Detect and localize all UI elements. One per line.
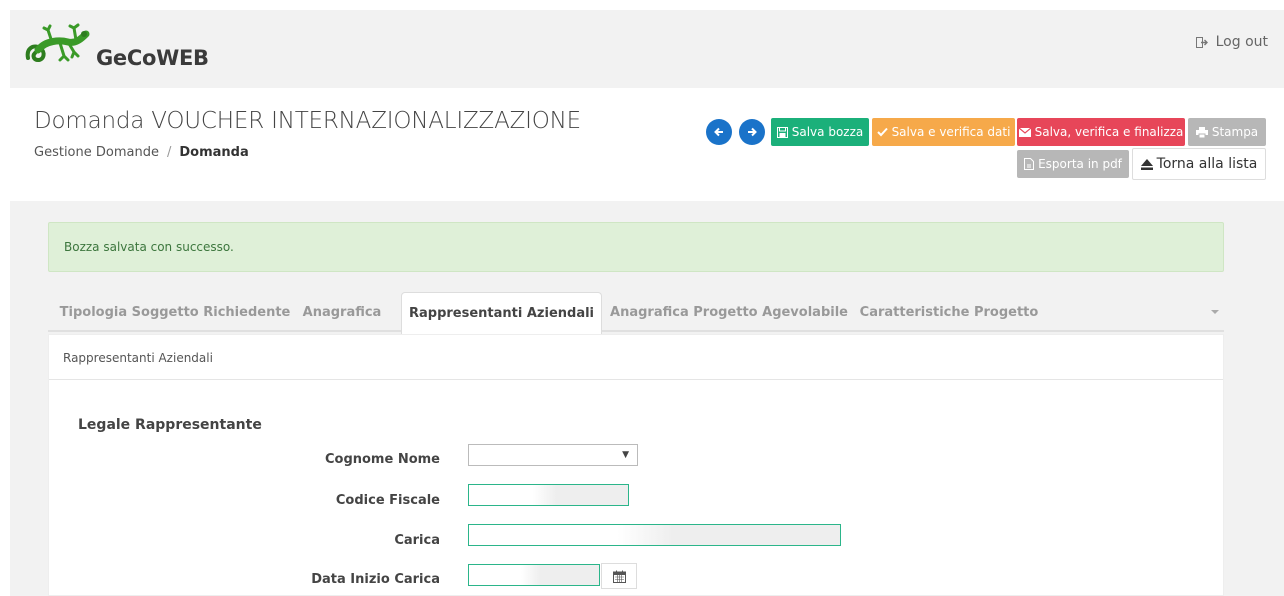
tab-label: Anagrafica Progetto Agevolabile (610, 304, 848, 320)
previous-button[interactable] (706, 119, 732, 145)
save-draft-button[interactable]: Salva bozza (771, 118, 869, 146)
tab-bar: Tipologia Soggetto Richiedente Anagrafic… (48, 292, 1224, 334)
breadcrumb-item-domanda: Domanda (179, 145, 249, 160)
select-caret-icon: ▼ (622, 450, 629, 460)
tab-anagrafica-progetto-agevolabile[interactable]: Anagrafica Progetto Agevolabile (610, 292, 848, 332)
tabs-overflow-dropdown[interactable] (1210, 307, 1222, 317)
app-name: GeCoWEB (96, 46, 209, 70)
next-button[interactable] (739, 119, 765, 145)
save-verify-button[interactable]: Salva e verifica dati (872, 118, 1015, 146)
tab-caratteristiche-progetto[interactable]: Caratteristiche Progetto (854, 292, 1044, 332)
tab-rappresentanti-aziendali[interactable]: Rappresentanti Aziendali (401, 292, 602, 334)
tab-label: Rappresentanti Aziendali (408, 306, 594, 321)
print-button[interactable]: Stampa (1188, 118, 1266, 146)
back-to-list-button[interactable]: Torna alla lista (1132, 148, 1266, 180)
back-to-list-label: Torna alla lista (1156, 156, 1258, 172)
caret-down-icon (1211, 310, 1219, 314)
envelope-icon (1018, 127, 1031, 137)
calendar-icon (612, 570, 626, 583)
codice-fiscale-label: Codice Fiscale (335, 493, 440, 508)
export-pdf-label: Esporta in pdf (1038, 157, 1122, 171)
cognome-nome-select[interactable]: ▼ (468, 444, 638, 466)
breadcrumb-separator: / (166, 145, 172, 160)
floppy-disk-icon (776, 126, 788, 138)
carica-label: Carica (394, 533, 440, 548)
arrow-right-icon (748, 127, 757, 137)
logout-label: Log out (1215, 34, 1268, 50)
logout-button[interactable]: Log out (1195, 34, 1268, 50)
sign-out-icon (1195, 36, 1208, 48)
carica-field[interactable] (468, 524, 841, 546)
save-draft-label: Salva bozza (791, 125, 864, 139)
app-logo[interactable]: GeCoWEB (24, 22, 209, 74)
tab-label: Caratteristiche Progetto (859, 304, 1039, 320)
tab-label: Tipologia Soggetto Richiedente (59, 304, 291, 320)
data-inizio-carica-label: Data Inizio Carica (311, 572, 440, 587)
tab-label: Anagrafica (302, 304, 382, 320)
success-alert: Bozza salvata con successo. (48, 222, 1224, 272)
check-icon (876, 127, 888, 137)
arrow-left-icon (714, 127, 723, 137)
success-alert-message: Bozza salvata con successo. (64, 240, 234, 254)
file-pdf-icon (1024, 158, 1035, 170)
codice-fiscale-field[interactable] (468, 484, 629, 506)
eject-icon (1140, 158, 1153, 170)
save-verify-finalize-label: Salva, verifica e finalizza (1034, 125, 1184, 139)
save-verify-label: Salva e verifica dati (891, 125, 1011, 139)
data-inizio-carica-field[interactable] (468, 564, 600, 586)
tab-anagrafica[interactable]: Anagrafica (292, 292, 392, 332)
date-picker-button[interactable] (601, 563, 637, 589)
page-title: Domanda VOUCHER INTERNAZIONALIZZAZIONE (34, 108, 582, 134)
breadcrumb-item-gestione-domande[interactable]: Gestione Domande (34, 145, 159, 160)
printer-icon (1195, 126, 1208, 138)
gecko-logo-icon (25, 23, 90, 63)
cognome-nome-label: Cognome Nome (324, 452, 440, 467)
tab-tipologia-soggetto-richiedente[interactable]: Tipologia Soggetto Richiedente (59, 292, 291, 332)
export-pdf-button[interactable]: Esporta in pdf (1017, 150, 1129, 178)
breadcrumb: Gestione Domande / Domanda (34, 145, 249, 160)
print-label: Stampa (1211, 125, 1259, 139)
save-verify-finalize-button[interactable]: Salva, verifica e finalizza (1017, 118, 1185, 146)
section-title-legale-rappresentante: Legale Rappresentante (78, 417, 262, 433)
panel-header: Rappresentanti Aziendali (49, 335, 1223, 380)
top-bar: GeCoWEB Log out (10, 10, 1284, 88)
